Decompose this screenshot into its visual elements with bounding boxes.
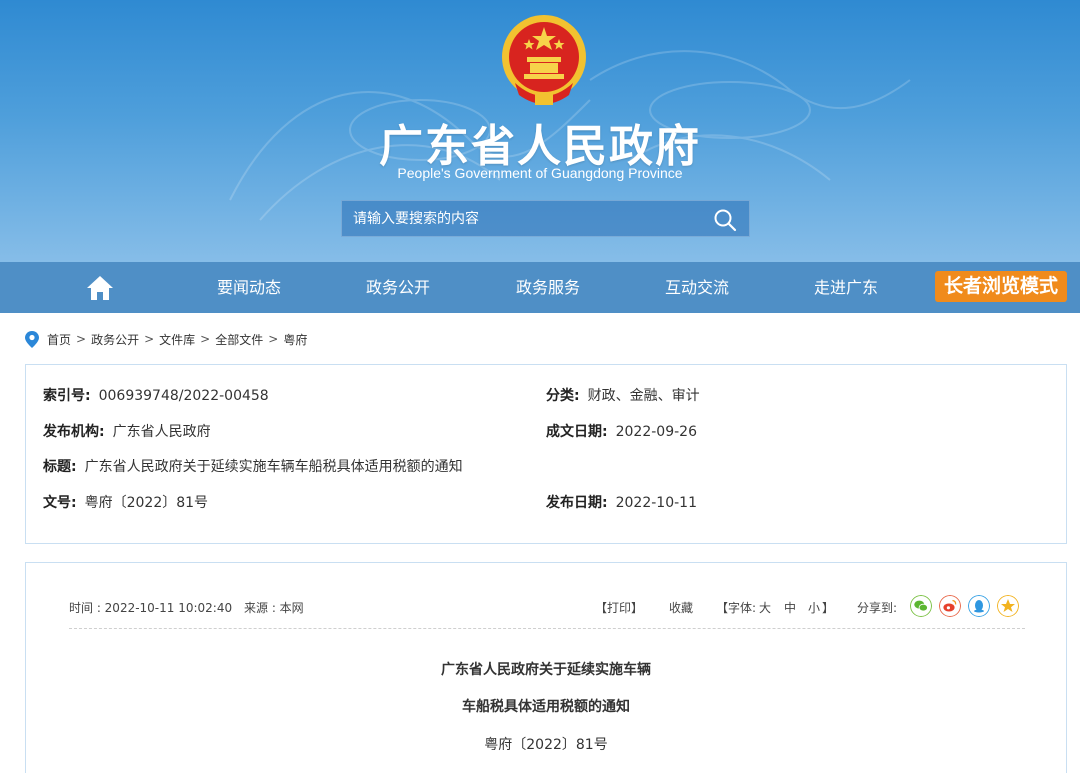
- nav-item-services[interactable]: 政务服务: [516, 262, 580, 313]
- weibo-share-icon[interactable]: [939, 595, 961, 617]
- info-value: 财政、金融、审计: [587, 388, 700, 404]
- search-bar: [341, 200, 750, 237]
- info-publisher: 发布机构: 广东省人民政府: [43, 421, 211, 441]
- article-time: 时间 : 2022-10-11 10:02:40: [69, 601, 233, 615]
- location-pin-icon: [25, 330, 39, 348]
- header-banner: 广东省人民政府 People's Government of Guangdong…: [0, 0, 1080, 262]
- document-info-card: 索引号: 006939748/2022-00458 分类: 财政、金融、审计 发布机…: [25, 364, 1067, 544]
- info-label: 成文日期:: [546, 424, 608, 440]
- wechat-share-icon[interactable]: [910, 595, 932, 617]
- info-label: 索引号:: [43, 388, 91, 404]
- info-value: 2022-10-11: [615, 495, 697, 511]
- info-doc-no: 文号: 粤府〔2022〕81号: [43, 492, 208, 512]
- home-icon[interactable]: [86, 275, 114, 301]
- info-label: 发布机构:: [43, 424, 105, 440]
- font-small-button[interactable]: 小: [808, 599, 820, 616]
- breadcrumb-separator: >: [268, 332, 279, 346]
- article-source: 来源 : 本网: [244, 601, 304, 615]
- article-card: 时间 : 2022-10-11 10:02:40 来源 : 本网 【打印】 收藏…: [25, 562, 1067, 773]
- article-title-line-1: 广东省人民政府关于延续实施车辆: [441, 662, 651, 678]
- nav-item-news[interactable]: 要闻动态: [217, 262, 281, 313]
- search-input[interactable]: [342, 201, 702, 236]
- font-large-button[interactable]: 大: [759, 599, 771, 616]
- info-value: 2022-09-26: [615, 424, 697, 440]
- info-label: 标题:: [43, 459, 77, 475]
- info-index-no: 索引号: 006939748/2022-00458: [43, 385, 269, 405]
- breadcrumb-home[interactable]: 首页: [47, 331, 71, 348]
- info-created-date: 成文日期: 2022-09-26: [546, 421, 697, 441]
- favorite-button[interactable]: 收藏: [669, 599, 693, 616]
- info-label: 分类:: [546, 388, 580, 404]
- national-emblem-icon: [502, 15, 586, 105]
- nav-item-interaction[interactable]: 互动交流: [665, 262, 729, 313]
- print-button[interactable]: 【打印】: [595, 599, 643, 616]
- breadcrumb-separator: >: [144, 332, 155, 346]
- breadcrumb-current[interactable]: 粤府: [283, 331, 307, 348]
- breadcrumb-separator: >: [76, 332, 87, 346]
- nav-item-about[interactable]: 走进广东: [814, 262, 878, 313]
- font-medium-button[interactable]: 中: [784, 599, 796, 616]
- info-value: 006939748/2022-00458: [98, 388, 269, 404]
- info-value: 广东省人民政府: [112, 424, 211, 440]
- font-size-label: 【字体:: [716, 601, 757, 615]
- article-title-line-2: 车船税具体适用税额的通知: [462, 699, 630, 715]
- elder-mode-button[interactable]: 长者浏览模式: [935, 271, 1067, 302]
- breadcrumb-file-library[interactable]: 文件库: [159, 331, 195, 348]
- breadcrumb: 首页 > 政务公开 > 文件库 > 全部文件 > 粤府: [25, 330, 307, 348]
- qzone-share-icon[interactable]: [997, 595, 1019, 617]
- share-label: 分享到:: [857, 601, 898, 615]
- info-value: 广东省人民政府关于延续实施车辆车船税具体适用税额的通知: [84, 459, 463, 475]
- breadcrumb-gov-affairs[interactable]: 政务公开: [91, 331, 139, 348]
- article-divider: [69, 628, 1025, 629]
- search-icon[interactable]: [713, 208, 737, 232]
- nav-item-gov-affairs[interactable]: 政务公开: [366, 262, 430, 313]
- site-subtitle: People's Government of Guangdong Provinc…: [397, 165, 683, 181]
- info-label: 发布日期:: [546, 495, 608, 511]
- breadcrumb-all-files[interactable]: 全部文件: [215, 331, 263, 348]
- info-title: 标题: 广东省人民政府关于延续实施车辆车船税具体适用税额的通知: [43, 456, 463, 476]
- info-label: 文号:: [43, 495, 77, 511]
- info-value: 粤府〔2022〕81号: [84, 495, 209, 511]
- article-doc-number: 粤府〔2022〕81号: [484, 737, 608, 753]
- info-published-date: 发布日期: 2022-10-11: [546, 492, 697, 512]
- font-size-close: 】: [822, 601, 835, 615]
- main-nav: 要闻动态 政务公开 政务服务 互动交流 走进广东: [0, 262, 1080, 313]
- breadcrumb-separator: >: [200, 332, 211, 346]
- qq-share-icon[interactable]: [968, 595, 990, 617]
- info-category: 分类: 财政、金融、审计: [546, 385, 700, 405]
